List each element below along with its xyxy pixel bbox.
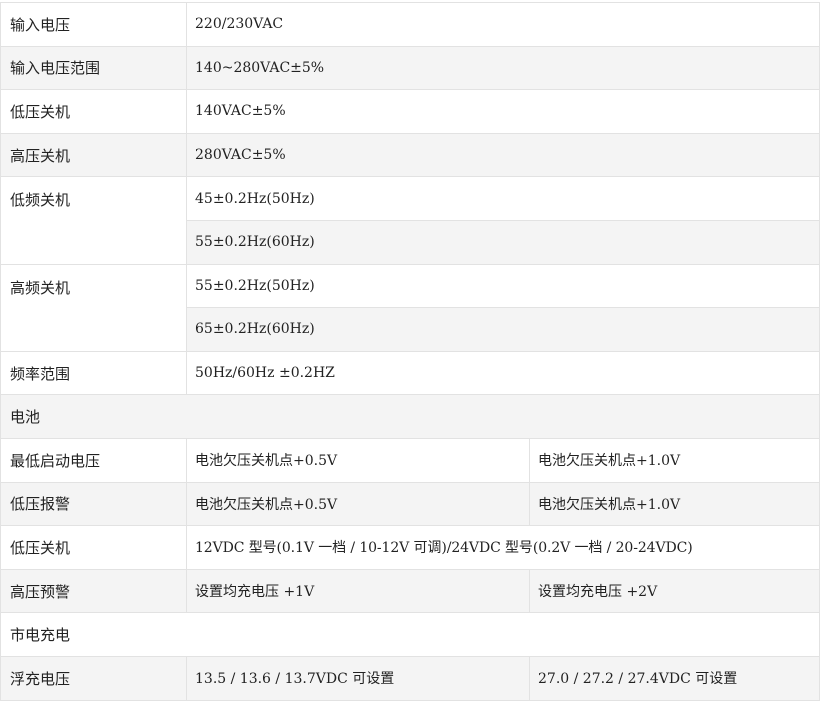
row-value: 280VAC±5% [186, 132, 820, 178]
row-label: 低压报警 [0, 481, 187, 527]
section-title-mains-charging: 市电充电 [0, 612, 820, 657]
section-title-battery: 电池 [0, 394, 820, 439]
table-row: 高频关机 55±0.2Hz(50Hz) [0, 263, 820, 352]
row-value-24v: 27.0 / 27.2 / 27.4VDC 可设置 [529, 655, 820, 701]
row-value-24v: 电池欠压关机点+1.0V [529, 481, 820, 527]
spec-table: 输入电压 220/230VAC 输入电压范围 140~280VAC±5% 低压关… [0, 2, 820, 701]
table-row: 浮充电压 13.5 / 13.6 / 13.7VDC 可设置 27.0 / 27… [0, 655, 820, 701]
row-value-12v: 电池欠压关机点+0.5V [186, 437, 530, 483]
row-label: 频率范围 [0, 350, 187, 396]
row-value: 140~280VAC±5% [186, 45, 820, 91]
table-row: 最低启动电压 电池欠压关机点+0.5V 电池欠压关机点+1.0V [0, 437, 820, 483]
row-value: 65±0.2Hz(60Hz) [186, 307, 820, 352]
row-value-24v: 电池欠压关机点+1.0V [529, 437, 820, 483]
table-row: 频率范围 50Hz/60Hz ±0.2HZ [0, 350, 820, 396]
row-label: 输入电压 [0, 2, 187, 47]
table-row: 输入电压范围 140~280VAC±5% [0, 45, 820, 91]
table-row: 低压关机 140VAC±5% [0, 89, 820, 134]
row-label: 高频关机 [0, 263, 187, 352]
section-header: 市电充电 [0, 612, 820, 657]
row-label: 高压关机 [0, 132, 187, 178]
table-row: 输入电压 220/230VAC [0, 2, 820, 47]
row-label: 低压关机 [0, 525, 187, 570]
section-header: 电池 [0, 394, 820, 439]
row-value: 50Hz/60Hz ±0.2HZ [186, 350, 820, 396]
row-value: 12VDC 型号(0.1V 一档 / 10-12V 可调)/24VDC 型号(0… [186, 525, 820, 570]
row-value-12v: 电池欠压关机点+0.5V [186, 481, 530, 527]
table-row: 高压关机 280VAC±5% [0, 132, 820, 178]
table-row: 低压报警 电池欠压关机点+0.5V 电池欠压关机点+1.0V [0, 481, 820, 527]
row-label: 输入电压范围 [0, 45, 187, 91]
row-label: 高压预警 [0, 568, 187, 614]
table-row: 低频关机 45±0.2Hz(50Hz) [0, 176, 820, 265]
row-label: 最低启动电压 [0, 437, 187, 483]
row-value-12v: 13.5 / 13.6 / 13.7VDC 可设置 [186, 655, 530, 701]
table-row: 高压预警 设置均充电压 +1V 设置均充电压 +2V [0, 568, 820, 614]
row-value: 55±0.2Hz(50Hz) [186, 263, 820, 309]
table-row: 低压关机 12VDC 型号(0.1V 一档 / 10-12V 可调)/24VDC… [0, 525, 820, 570]
row-value: 140VAC±5% [186, 89, 820, 134]
row-value: 45±0.2Hz(50Hz) [186, 176, 820, 221]
row-value: 55±0.2Hz(60Hz) [186, 219, 820, 265]
row-label: 低压关机 [0, 89, 187, 134]
row-value-12v: 设置均充电压 +1V [186, 568, 530, 614]
row-label: 浮充电压 [0, 655, 187, 701]
row-value: 220/230VAC [186, 2, 820, 47]
row-value-24v: 设置均充电压 +2V [529, 568, 820, 614]
row-label: 低频关机 [0, 176, 187, 265]
